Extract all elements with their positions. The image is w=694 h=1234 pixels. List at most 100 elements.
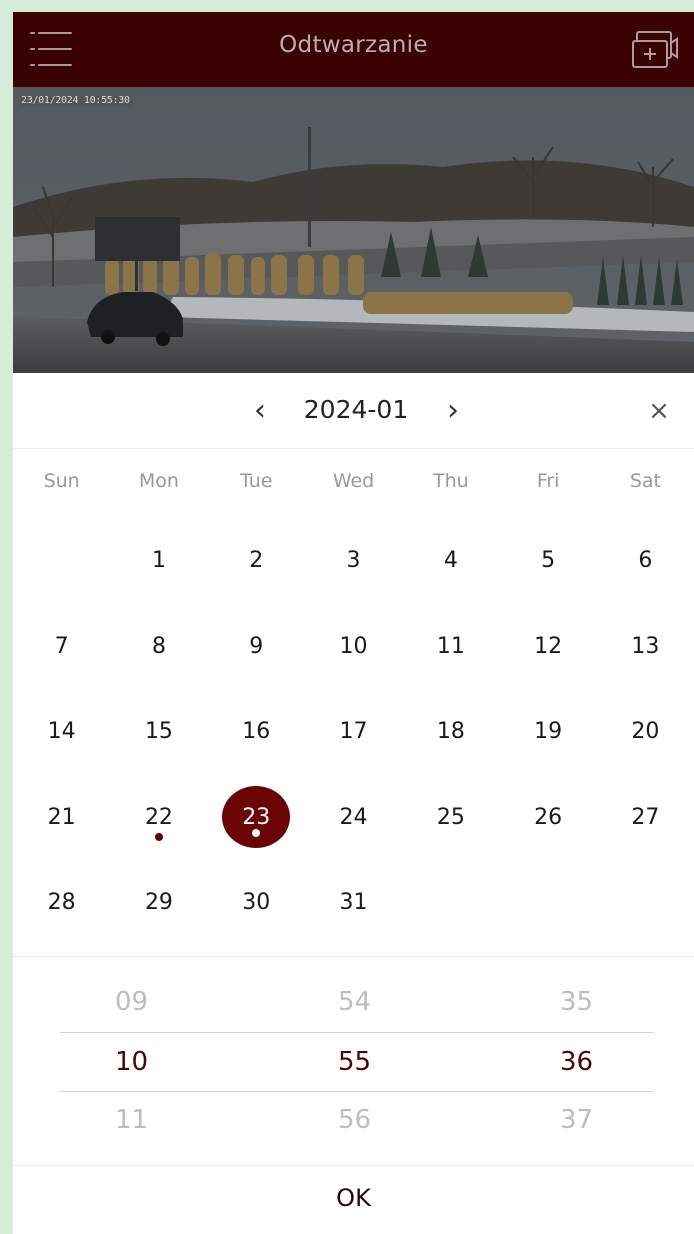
day-cell-29[interactable]: 29: [110, 860, 207, 946]
camera-timestamp: 23/01/2024 10:55:30: [19, 95, 132, 106]
minute-prev[interactable]: 54: [338, 987, 371, 1017]
day-cell-12[interactable]: 12: [499, 604, 596, 690]
screen-cast-icon[interactable]: [630, 29, 680, 71]
day-number: 20: [631, 719, 660, 744]
day-number: 3: [346, 548, 361, 573]
day-number: 29: [144, 890, 173, 915]
day-number: 26: [534, 804, 563, 830]
minute-next[interactable]: 56: [338, 1105, 371, 1135]
selection-line-top: [60, 1032, 654, 1033]
camera-snapshot: [13, 87, 694, 373]
second-selected[interactable]: 36: [560, 1047, 593, 1077]
day-cell-18[interactable]: 18: [402, 689, 499, 775]
day-number: 7: [54, 633, 69, 659]
day-cell-3[interactable]: 3: [305, 518, 402, 604]
day-cell-5[interactable]: 5: [499, 518, 596, 604]
month-label: 2024-01: [303, 395, 409, 424]
day-number: 8: [151, 633, 166, 659]
day-cell-25[interactable]: 25: [402, 775, 499, 861]
app-frame: Odtwarzanie 23/01/2024 10:55:30 ‹ 2024-0…: [13, 12, 694, 1234]
day-cell-21[interactable]: 21: [13, 775, 110, 861]
time-picker: 09 10 11 54 55 56 35 36 37: [13, 956, 694, 1166]
hour-next[interactable]: 11: [115, 1105, 148, 1135]
day-number: 17: [339, 719, 368, 744]
weekday-header: Sun Mon Tue Wed Thu Fri Sat: [13, 470, 694, 510]
empty-day-cell: [13, 518, 110, 604]
weekday-label: Wed: [332, 470, 375, 492]
day-cell-17[interactable]: 17: [305, 689, 402, 775]
month-navigation: ‹ 2024-01 › ×: [13, 373, 694, 449]
day-cell-16[interactable]: 16: [208, 689, 305, 775]
day-number: 30: [242, 890, 271, 915]
recording-indicator-dot: [154, 832, 163, 841]
day-cell-6[interactable]: 6: [597, 518, 694, 604]
day-cell-24[interactable]: 24: [305, 775, 402, 861]
weekday-label: Sat: [629, 470, 661, 492]
day-number: 13: [631, 633, 660, 659]
page-title: Odtwarzanie: [279, 32, 428, 58]
weekday-label: Mon: [138, 470, 179, 492]
weekday-label: Fri: [536, 470, 560, 492]
calendar-days: 1 2 3 4 5 6 7 8 9 10 11 12 13 14 15 16 17 18 19 20 21 22 23 24 2…: [13, 518, 694, 946]
day-cell-11[interactable]: 11: [402, 604, 499, 690]
day-number: 4: [443, 548, 458, 573]
day-cell-26[interactable]: 26: [499, 775, 596, 861]
day-number: 21: [47, 804, 76, 830]
day-number: 11: [436, 633, 465, 659]
day-number: 6: [638, 548, 653, 573]
day-number: 23: [242, 804, 271, 830]
day-cell-23[interactable]: 23: [208, 775, 305, 861]
day-number: 9: [249, 633, 264, 659]
day-number: 18: [436, 719, 465, 744]
day-number: 25: [436, 804, 465, 830]
day-number: 28: [47, 890, 76, 915]
day-number: 12: [534, 633, 563, 659]
ok-button[interactable]: OK: [13, 1184, 694, 1212]
close-icon[interactable]: ×: [643, 393, 675, 429]
top-bar: Odtwarzanie: [13, 12, 694, 87]
day-number: 16: [242, 719, 271, 744]
day-number: 1: [151, 548, 166, 573]
day-cell-20[interactable]: 20: [597, 689, 694, 775]
day-cell-31[interactable]: 31: [305, 860, 402, 946]
day-cell-1[interactable]: 1: [110, 518, 207, 604]
day-number: 24: [339, 804, 368, 830]
selection-line-bottom: [60, 1091, 654, 1092]
day-cell-4[interactable]: 4: [402, 518, 499, 604]
day-cell-9[interactable]: 9: [208, 604, 305, 690]
day-cell-22[interactable]: 22: [110, 775, 207, 861]
hour-selected[interactable]: 10: [115, 1047, 148, 1077]
day-cell-7[interactable]: 7: [13, 604, 110, 690]
weekday-label: Tue: [240, 470, 273, 492]
day-number: 14: [47, 719, 76, 744]
chevron-right-icon[interactable]: ›: [438, 391, 468, 431]
second-prev[interactable]: 35: [560, 987, 593, 1017]
day-cell-14[interactable]: 14: [13, 689, 110, 775]
day-number: 2: [249, 548, 264, 573]
weekday-label: Thu: [432, 470, 469, 492]
day-number: 22: [144, 804, 173, 830]
day-number: 15: [144, 719, 173, 744]
minute-selected[interactable]: 55: [338, 1047, 371, 1077]
day-cell-27[interactable]: 27: [597, 775, 694, 861]
day-cell-10[interactable]: 10: [305, 604, 402, 690]
day-cell-15[interactable]: 15: [110, 689, 207, 775]
second-next[interactable]: 37: [560, 1105, 593, 1135]
footer-bar: OK: [13, 1165, 694, 1234]
day-cell-2[interactable]: 2: [208, 518, 305, 604]
day-cell-30[interactable]: 30: [208, 860, 305, 946]
day-cell-8[interactable]: 8: [110, 604, 207, 690]
day-cell-19[interactable]: 19: [499, 689, 596, 775]
day-number: 27: [631, 804, 660, 830]
recording-indicator-dot: [252, 828, 261, 837]
chevron-left-icon[interactable]: ‹: [245, 391, 275, 431]
day-number: 10: [339, 633, 368, 659]
weekday-label: Sun: [43, 470, 80, 492]
day-number: 31: [339, 890, 368, 915]
day-number: 19: [534, 719, 563, 744]
day-cell-28[interactable]: 28: [13, 860, 110, 946]
camera-preview[interactable]: 23/01/2024 10:55:30: [13, 87, 694, 373]
hour-prev[interactable]: 09: [115, 987, 148, 1017]
day-number: 5: [541, 548, 556, 573]
day-cell-13[interactable]: 13: [597, 604, 694, 690]
